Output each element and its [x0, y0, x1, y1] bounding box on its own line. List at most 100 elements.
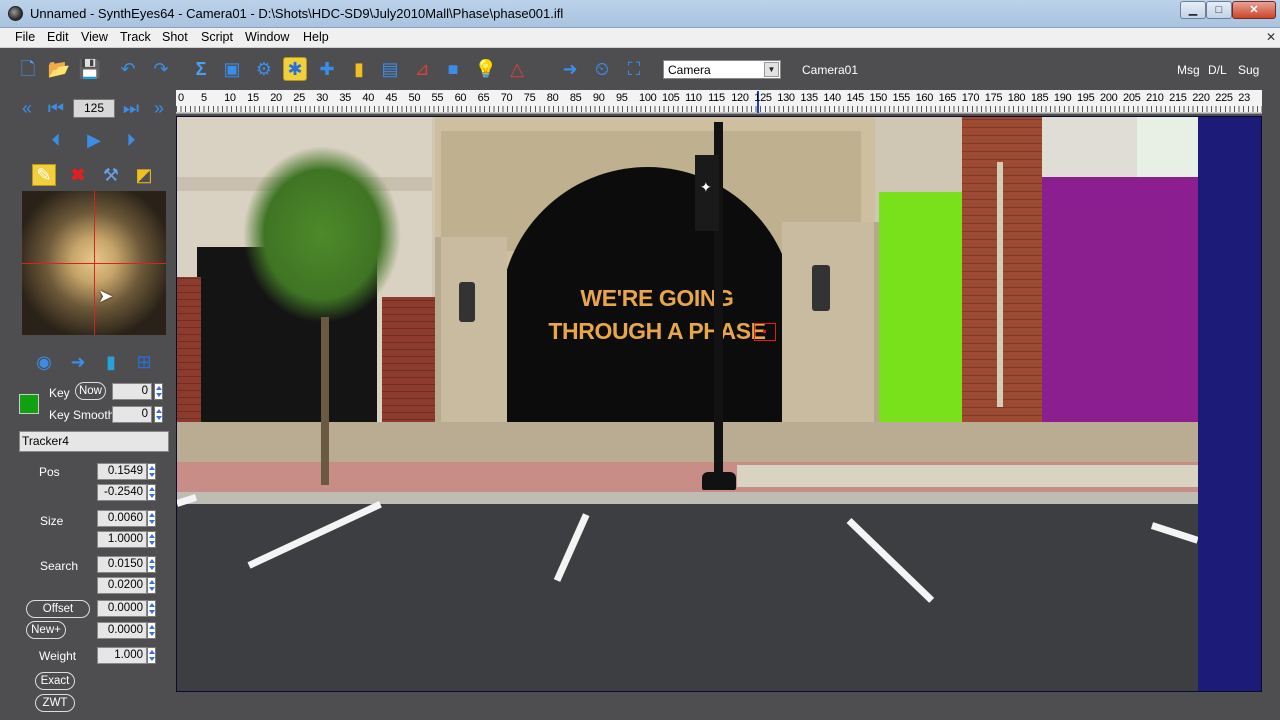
- lightbulb-icon[interactable]: 💡: [474, 57, 498, 81]
- search-y-spinner[interactable]: [147, 577, 156, 594]
- rewind-icon[interactable]: «: [15, 97, 39, 119]
- gear-icon[interactable]: ⚙: [252, 57, 276, 81]
- tracker-name-field[interactable]: Tracker4: [19, 431, 169, 452]
- key-now-button[interactable]: Now: [75, 382, 106, 400]
- tracker-mode-circle-icon[interactable]: ◉: [32, 351, 56, 373]
- sug-link[interactable]: Sug: [1238, 63, 1259, 77]
- timeline-ruler[interactable]: 0 5 10 15 20 25 30 35 40 45 50 55 60 65 70 75 80 85 90 95 10…: [176, 90, 1262, 114]
- weight-field[interactable]: 1.000: [97, 647, 147, 664]
- redo-icon[interactable]: ↷: [149, 57, 173, 81]
- timeline-tick-label: 155: [892, 92, 911, 104]
- step-forward-icon[interactable]: ⏵: [119, 129, 143, 151]
- last-frame-icon[interactable]: ⏭: [119, 97, 143, 119]
- timeline-tick-label: 80: [546, 92, 559, 104]
- menu-track[interactable]: Track: [120, 30, 151, 44]
- graph-editor-icon[interactable]: ⊿: [410, 57, 434, 81]
- first-frame-icon[interactable]: ⏮: [44, 97, 68, 119]
- key-spinner[interactable]: [154, 383, 163, 400]
- undo-icon[interactable]: ↶: [116, 57, 140, 81]
- coordinate-system-icon[interactable]: ✚: [315, 57, 339, 81]
- menu-shot[interactable]: Shot: [162, 30, 188, 44]
- pos-x-spinner[interactable]: [147, 463, 156, 480]
- tracker-marker[interactable]: [754, 323, 776, 341]
- size-x-field[interactable]: 0.0060: [97, 510, 147, 527]
- exact-button[interactable]: Exact: [35, 672, 75, 690]
- search-x-spinner[interactable]: [147, 556, 156, 573]
- timeline-tick-label: 20: [270, 92, 282, 104]
- hammer-icon[interactable]: ⚒: [99, 164, 123, 186]
- new-plus-button[interactable]: New+: [26, 621, 66, 639]
- size-y-spinner[interactable]: [147, 531, 156, 548]
- offset-button[interactable]: Offset: [26, 600, 90, 618]
- offset-field[interactable]: 0.0000: [97, 600, 147, 617]
- menu-window[interactable]: Window: [245, 30, 289, 44]
- size-y-field[interactable]: 1.0000: [97, 531, 147, 548]
- frame-number-field[interactable]: 125: [73, 99, 115, 118]
- camera-viewport[interactable]: WE'RE GOING THROUGH A PHASE ✦: [176, 116, 1262, 692]
- menu-file[interactable]: File: [15, 30, 35, 44]
- clock-icon[interactable]: ⏲: [590, 57, 614, 81]
- offset-spinner[interactable]: [147, 600, 156, 617]
- weight-spinner[interactable]: [147, 647, 156, 664]
- key-smooth-label: Key Smooth: [49, 408, 115, 422]
- timeline-tick-label: 150: [869, 92, 888, 104]
- search-y-field[interactable]: 0.0200: [97, 577, 147, 594]
- fit-view-icon[interactable]: ⛶: [622, 57, 646, 81]
- tracker-color-swatch[interactable]: [19, 394, 39, 414]
- open-file-icon[interactable]: 📂: [47, 57, 71, 81]
- parking-lot: [177, 504, 1198, 691]
- pos-x-field[interactable]: 0.1549: [97, 463, 147, 480]
- tracker-paw-icon[interactable]: ✱: [283, 57, 307, 81]
- fast-forward-icon[interactable]: »: [147, 97, 171, 119]
- zwt-button[interactable]: ZWT: [35, 694, 75, 712]
- cube-icon[interactable]: ■: [441, 57, 465, 81]
- timeline-tick-label: 160: [915, 92, 934, 104]
- new-file-icon[interactable]: 🗋: [16, 57, 40, 81]
- menu-script[interactable]: Script: [201, 30, 233, 44]
- tracker-preview[interactable]: ➤: [22, 191, 166, 335]
- title-bar: Unnamed - SynthEyes64 - Camera01 - D:\Sh…: [0, 0, 1280, 28]
- play-icon[interactable]: ▶: [82, 129, 106, 151]
- room-select[interactable]: Camera ▼: [663, 60, 781, 79]
- maximize-button[interactable]: □: [1206, 1, 1232, 19]
- wall-lamp-right: [812, 265, 830, 311]
- cleanup-icon[interactable]: ◩: [132, 164, 156, 186]
- mdi-close-icon[interactable]: ✕: [1266, 30, 1276, 44]
- timeline-tick-label: 55: [431, 92, 444, 104]
- minimize-button[interactable]: ▁: [1180, 1, 1206, 19]
- chevron-down-icon[interactable]: ▼: [764, 62, 779, 77]
- search-x-field[interactable]: 0.0150: [97, 556, 147, 573]
- tracker-enable-icon[interactable]: ▮: [99, 351, 123, 373]
- timeline-tick-label: 165: [938, 92, 957, 104]
- menu-edit[interactable]: Edit: [47, 30, 69, 44]
- pos-y-spinner[interactable]: [147, 484, 156, 501]
- phase-triangle-icon[interactable]: △: [505, 57, 529, 81]
- menu-help[interactable]: Help: [303, 30, 329, 44]
- active-object-label: Camera01: [802, 63, 859, 77]
- step-back-icon[interactable]: ⏴: [44, 129, 68, 151]
- solver-sigma-icon[interactable]: Σ: [189, 57, 213, 81]
- pos-y-field[interactable]: -0.2540: [97, 484, 147, 501]
- timeline-tick-label: 5: [201, 92, 207, 104]
- menu-view[interactable]: View: [81, 30, 108, 44]
- save-file-icon[interactable]: 💾: [78, 57, 102, 81]
- dl-link[interactable]: D/L: [1208, 63, 1227, 77]
- size-x-spinner[interactable]: [147, 510, 156, 527]
- close-button[interactable]: ✕: [1232, 1, 1276, 19]
- tracker-direction-icon[interactable]: ➜: [66, 351, 90, 373]
- key-smooth-spinner[interactable]: [154, 406, 163, 423]
- delete-tracker-icon[interactable]: ✖: [66, 164, 90, 186]
- key-field[interactable]: 0: [112, 383, 152, 400]
- calculator-icon[interactable]: ▤: [378, 57, 402, 81]
- camera-panel-icon[interactable]: ▣: [220, 57, 244, 81]
- lens-icon[interactable]: ▮: [347, 57, 371, 81]
- key-smooth-field[interactable]: 0: [112, 406, 152, 423]
- create-tracker-icon[interactable]: ✎: [32, 164, 56, 186]
- menu-bar: File Edit View Track Shot Script Window …: [0, 28, 1280, 48]
- msg-link[interactable]: Msg: [1177, 63, 1200, 77]
- tracker-grid-icon[interactable]: ⊞: [132, 351, 156, 373]
- forward-arrow-icon[interactable]: ➜: [558, 57, 582, 81]
- app-icon[interactable]: [8, 6, 23, 21]
- new-plus-field[interactable]: 0.0000: [97, 622, 147, 639]
- new-plus-spinner[interactable]: [147, 622, 156, 639]
